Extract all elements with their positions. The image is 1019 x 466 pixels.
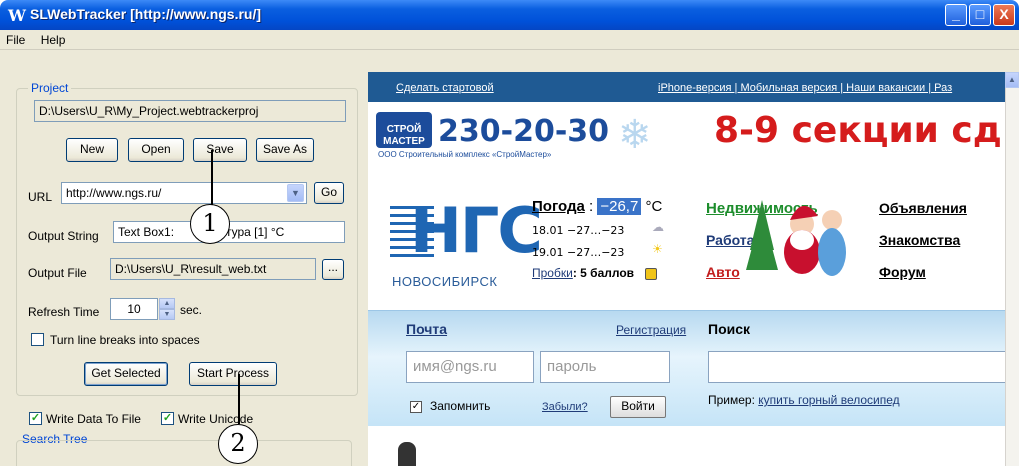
- start-process-button[interactable]: Start Process: [189, 362, 277, 386]
- spin-down-icon[interactable]: ▼: [159, 309, 175, 320]
- search-example-link[interactable]: купить горный велосипед: [758, 393, 899, 407]
- refresh-time-input[interactable]: 10: [110, 298, 158, 320]
- traffic-light-icon: [645, 267, 658, 280]
- menu-help[interactable]: Help: [35, 30, 72, 50]
- link-dating[interactable]: Знакомства: [879, 232, 960, 248]
- remember-checkbox[interactable]: ✓: [410, 401, 422, 413]
- minimize-button[interactable]: _: [945, 4, 967, 26]
- snowflake-icon: ❄: [618, 113, 652, 157]
- ngs-logo[interactable]: НГС: [390, 198, 543, 264]
- weather-widget: Погода : −26,7 °C: [532, 198, 663, 215]
- open-button[interactable]: Open: [128, 138, 184, 162]
- url-label: URL: [28, 190, 53, 204]
- refresh-unit-label: sec.: [180, 303, 203, 317]
- mail-login-input[interactable]: имя@ngs.ru: [406, 351, 534, 383]
- ad-subtitle: ООО Строительный комплекс «СтройМастер»: [378, 150, 552, 159]
- ngs-letters: НГС: [410, 194, 543, 267]
- search-box: Поиск Пример: купить горный велосипед: [704, 317, 1019, 421]
- refresh-time-label: Refresh Time: [28, 305, 100, 319]
- site-search-input[interactable]: [708, 351, 1008, 383]
- browser-view[interactable]: Сделать стартовой iPhone-версия | Мобиль…: [368, 72, 1019, 466]
- title-bar: W SLWebTracker [http://www.ngs.ru/] _ □ …: [0, 0, 1019, 30]
- forgot-link[interactable]: Забыли?: [542, 401, 588, 413]
- go-button[interactable]: Go: [314, 182, 344, 204]
- sun-icon: ☀: [652, 242, 663, 256]
- callout-one-pointer: [211, 150, 213, 206]
- vertical-scrollbar[interactable]: [1005, 72, 1019, 466]
- line-breaks-checkbox[interactable]: [31, 333, 44, 346]
- link-forum[interactable]: Форум: [879, 264, 926, 280]
- maximize-button[interactable]: □: [969, 4, 991, 26]
- url-combobox[interactable]: http://www.ngs.ru/: [61, 182, 307, 204]
- output-file-label: Output File: [28, 266, 87, 280]
- register-link[interactable]: Регистрация: [616, 323, 686, 337]
- output-string-tail: тура [1] °C: [226, 225, 285, 239]
- traffic-link[interactable]: Пробки: [532, 266, 573, 280]
- make-start-link[interactable]: Сделать стартовой: [396, 82, 494, 94]
- traffic-value: : 5 баллов: [572, 266, 635, 280]
- save-as-button[interactable]: Save As: [256, 138, 314, 162]
- refresh-spinner[interactable]: ▲ ▼: [159, 298, 175, 320]
- callout-two: 2: [218, 424, 258, 464]
- temperature-unit: °C: [641, 198, 663, 215]
- login-search-bar: Почта Регистрация имя@ngs.ru пароль ✓ За…: [368, 310, 1019, 426]
- save-button[interactable]: Save: [193, 138, 247, 162]
- project-group-label: Project: [28, 81, 72, 95]
- mail-login-box: Почта Регистрация имя@ngs.ru пароль ✓ За…: [402, 317, 700, 421]
- write-data-label: Write Data To File: [46, 412, 141, 426]
- ad-phone: 230-20-30: [438, 114, 610, 149]
- cloud-icon: ☁: [652, 220, 664, 234]
- menu-file[interactable]: File: [0, 30, 31, 50]
- write-unicode-checkbox[interactable]: ✓: [161, 412, 174, 425]
- app-icon: W: [8, 6, 26, 25]
- menu-bar: File Help: [0, 30, 1019, 50]
- output-file-input[interactable]: D:\Users\U_R\result_web.txt: [110, 258, 316, 280]
- ad-banner[interactable]: СТРОЙ МАСТЕР 230-20-30 ООО Строительный …: [368, 102, 1019, 170]
- output-string-label: Output String: [28, 229, 99, 243]
- ad-logo: СТРОЙ МАСТЕР: [376, 112, 432, 148]
- callout-two-pointer: [238, 374, 240, 424]
- forecast-day-2: 19.01 −27…−23: [532, 246, 625, 259]
- ngs-city: НОВОСИБИРСК: [392, 274, 498, 289]
- get-selected-button[interactable]: Get Selected: [84, 362, 168, 386]
- output-string-value: Text Box1:: [118, 225, 175, 239]
- remember-label: Запомнить: [430, 399, 491, 413]
- search-title: Поиск: [708, 321, 751, 337]
- site-header: НГС НОВОСИБИРСК Погода : −26,7 °C 18.01 …: [368, 170, 1019, 302]
- traffic-widget: Пробки: 5 баллов: [532, 266, 658, 280]
- avatar: [398, 442, 416, 466]
- link-auto[interactable]: Авто: [706, 264, 740, 280]
- callout-one: 1: [190, 204, 230, 244]
- scroll-up-icon[interactable]: ▲: [1005, 72, 1019, 88]
- close-button[interactable]: X: [993, 4, 1015, 26]
- search-example: Пример: купить горный велосипед: [708, 393, 900, 407]
- ad-right-text: 8-9 секции сд: [714, 110, 1002, 151]
- temperature-value: −26,7: [597, 198, 642, 215]
- browse-button[interactable]: ...: [322, 259, 344, 280]
- mail-password-input[interactable]: пароль: [540, 351, 670, 383]
- mail-title-link[interactable]: Почта: [406, 321, 447, 337]
- new-button[interactable]: New: [66, 138, 118, 162]
- weather-link[interactable]: Погода: [532, 198, 585, 215]
- site-top-strip: Сделать стартовой iPhone-версия | Мобиль…: [368, 72, 1019, 102]
- write-data-checkbox[interactable]: ✓: [29, 412, 42, 425]
- browser-top-frame: [362, 50, 1019, 72]
- top-right-links[interactable]: iPhone-версия | Мобильная версия | Наши …: [658, 82, 952, 94]
- search-tree-groupbox: [16, 440, 352, 466]
- forecast-day-1: 18.01 −27…−23: [532, 224, 625, 237]
- login-button[interactable]: Войти: [610, 396, 666, 418]
- line-breaks-label: Turn line breaks into spaces: [50, 333, 200, 347]
- santa-illustration: [746, 200, 846, 276]
- chevron-down-icon[interactable]: ▼: [287, 184, 304, 202]
- spin-up-icon[interactable]: ▲: [159, 298, 175, 309]
- window-title: SLWebTracker [http://www.ngs.ru/]: [30, 6, 262, 22]
- link-ads[interactable]: Объявления: [879, 200, 967, 216]
- project-path: D:\Users\U_R\My_Project.webtrackerproj: [34, 100, 346, 122]
